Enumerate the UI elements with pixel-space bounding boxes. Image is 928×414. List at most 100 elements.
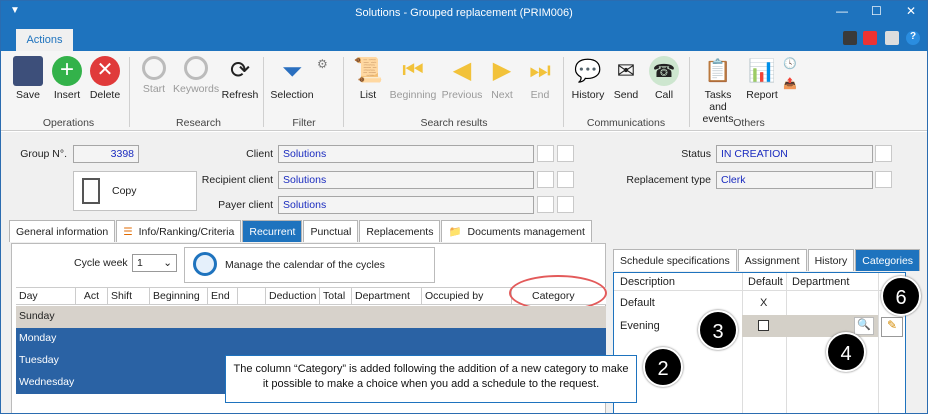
call-button[interactable]: ☎ Call (649, 56, 679, 101)
next-button[interactable]: ▶ Next (487, 56, 517, 101)
close-icon[interactable]: ✕ (906, 4, 916, 18)
recipient-search-icon[interactable] (537, 171, 554, 188)
minimize-icon[interactable]: — (836, 4, 848, 18)
recipient-client-field[interactable]: Solutions (278, 171, 534, 189)
ribbon-tab-row: Actions ? (1, 27, 927, 51)
clock-icon[interactable]: 🕓 (783, 57, 797, 70)
status-search-icon[interactable] (875, 145, 892, 162)
marker-3: 3 (698, 310, 738, 350)
refresh-button[interactable]: ⟳ Refresh (221, 56, 259, 101)
copy-icon (82, 178, 100, 204)
group-number-label: Group N°. (20, 148, 67, 160)
edit-pencil-icon[interactable]: ✎ (881, 317, 903, 337)
recipient-browse-icon[interactable] (557, 171, 574, 188)
send-button[interactable]: ✉ Send (611, 56, 641, 101)
status-field[interactable]: IN CREATION (716, 145, 873, 163)
lock-icon[interactable] (885, 31, 899, 45)
window-title: Solutions - Grouped replacement (PRIM006… (355, 7, 573, 19)
group-search-results: Search results (420, 117, 488, 129)
list-icon: ☰ (123, 225, 133, 238)
first-record-icon: ⏮ (402, 57, 424, 84)
start-button[interactable]: Start (139, 56, 169, 95)
manage-calendar-button[interactable]: Manage the calendar of the cycles (184, 247, 435, 283)
export-icon[interactable]: 📤 (783, 77, 797, 90)
chevron-down-icon: ⌄ (163, 257, 172, 269)
group-operations: Operations (42, 117, 95, 129)
calculator-icon[interactable] (843, 31, 857, 45)
manage-calendar-label: Manage the calendar of the cycles (225, 259, 385, 271)
tab-categories[interactable]: Categories (855, 249, 921, 271)
divider (343, 57, 344, 127)
magnifier-icon (142, 56, 166, 80)
cycle-week-select[interactable]: 1 ⌄ (132, 254, 177, 272)
payer-client-field[interactable]: Solutions (278, 196, 534, 214)
history-button[interactable]: 💬 History (569, 56, 607, 101)
previous-button[interactable]: ◀ Previous (441, 56, 483, 101)
default-checkbox[interactable] (758, 320, 769, 331)
replacement-type-field[interactable]: Clerk (716, 171, 873, 189)
scroll-list-icon: 📜 (353, 57, 383, 84)
app-window: ▼ Solutions - Grouped replacement (PRIM0… (0, 0, 928, 414)
divider (742, 273, 743, 413)
tab-schedule-specifications[interactable]: Schedule specifications (613, 249, 737, 271)
col-occupied-by[interactable]: Occupied by (422, 288, 512, 304)
tab-assignment[interactable]: Assignment (737, 249, 807, 271)
department-search-icon[interactable]: 🔍 (854, 317, 874, 335)
group-others: Others (733, 117, 765, 129)
tasks-events-button[interactable]: 📋 Tasks and events (695, 56, 741, 125)
filter-settings-icon[interactable]: ⚙ (317, 57, 328, 71)
category-row-evening[interactable]: Evening (620, 320, 660, 332)
help-icon[interactable]: ? (906, 31, 920, 45)
insert-button[interactable]: + Insert (51, 56, 83, 101)
report-button[interactable]: 📊 Report (745, 56, 779, 101)
group-number-field[interactable]: 3398 (73, 145, 139, 163)
bar-chart-icon: 📊 (748, 58, 776, 83)
col-description[interactable]: Description (620, 276, 675, 288)
beginning-button[interactable]: ⏮ Beginning (387, 56, 439, 101)
col-day[interactable]: Day (16, 288, 76, 304)
client-search-icon[interactable] (537, 145, 554, 162)
selection-button[interactable]: ⏷ Selection (269, 56, 315, 101)
tab-replacements[interactable]: Replacements (359, 220, 441, 242)
col-beginning[interactable]: Beginning (150, 288, 208, 304)
marker-6: 6 (881, 276, 921, 316)
col-end[interactable]: End (208, 288, 238, 304)
save-button[interactable]: Save (13, 56, 43, 101)
table-row[interactable]: Sunday (16, 306, 606, 328)
tab-recurrent[interactable]: Recurrent (242, 220, 303, 242)
replacement-type-search-icon[interactable] (875, 171, 892, 188)
col-default[interactable]: Default (748, 276, 783, 288)
group-communications: Communications (586, 117, 666, 129)
category-row-default[interactable]: Default (620, 297, 655, 309)
list-button[interactable]: 📜 List (353, 56, 383, 101)
payer-search-icon[interactable] (537, 196, 554, 213)
refresh-icon: ⟳ (229, 57, 251, 84)
client-browse-icon[interactable] (557, 145, 574, 162)
end-button[interactable]: ⏭ End (525, 56, 555, 101)
table-row[interactable]: Monday (16, 328, 606, 350)
keywords-button[interactable]: Keywords (173, 56, 219, 95)
col-act[interactable]: Act (76, 288, 108, 304)
client-field[interactable]: Solutions (278, 145, 534, 163)
tab-info-ranking-criteria[interactable]: ☰ Info/Ranking/Criteria (116, 220, 242, 242)
col-deduction[interactable]: Deduction (266, 288, 320, 304)
recipient-client-label: Recipient client (201, 174, 273, 186)
col-shift[interactable]: Shift (108, 288, 150, 304)
maximize-icon[interactable]: ☐ (871, 4, 882, 18)
col-department[interactable]: Department (792, 276, 849, 288)
col-blank[interactable] (238, 288, 266, 304)
keyword-search-icon (184, 56, 208, 80)
calendar-icon[interactable] (863, 31, 877, 45)
tab-punctual[interactable]: Punctual (303, 220, 359, 242)
delete-button[interactable]: ✕ Delete (89, 56, 121, 101)
col-department[interactable]: Department (352, 288, 422, 304)
tab-general-information[interactable]: General information (9, 220, 116, 242)
tab-documents-management[interactable]: 📁 Documents management (441, 220, 592, 242)
phone-icon: ☎ (649, 56, 679, 86)
payer-browse-icon[interactable] (557, 196, 574, 213)
tab-history[interactable]: History (807, 249, 855, 271)
tab-actions[interactable]: Actions (16, 29, 73, 51)
default-mark: X (760, 297, 768, 309)
col-total[interactable]: Total (320, 288, 352, 304)
plus-icon: + (52, 56, 82, 86)
